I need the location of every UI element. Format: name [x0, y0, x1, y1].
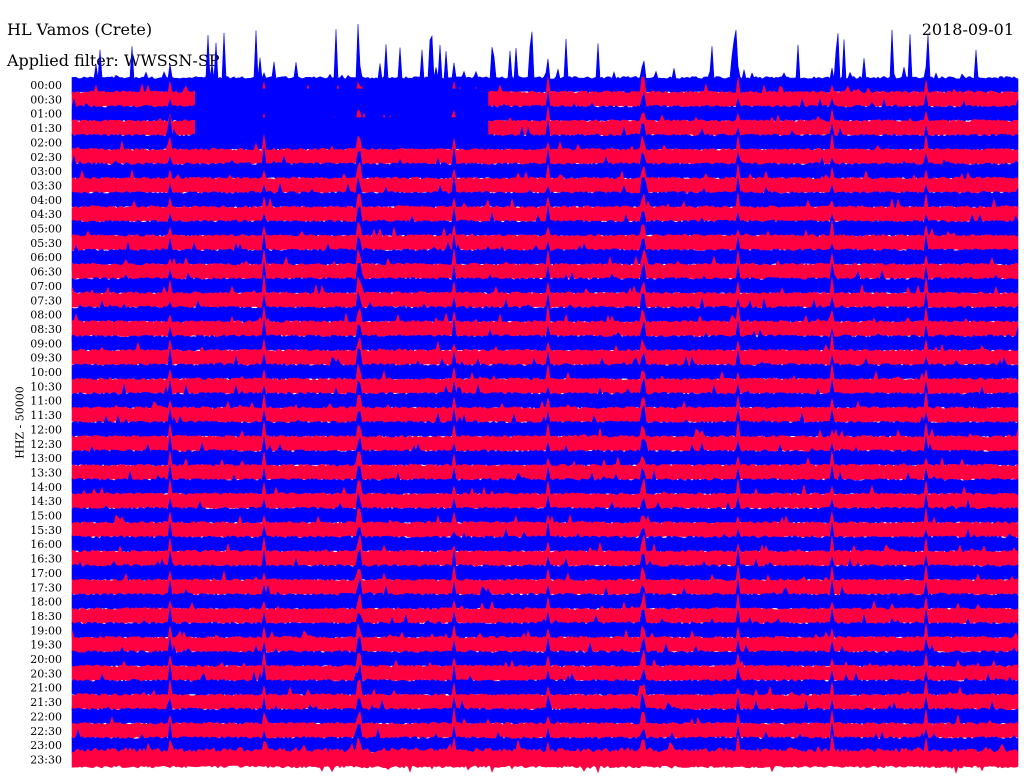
- row-time-label: 21:00: [30, 682, 62, 695]
- row-time-label: 10:30: [30, 380, 62, 393]
- row-time-label: 16:30: [30, 553, 62, 566]
- row-time-label: 17:30: [30, 581, 62, 594]
- row-time-label: 16:00: [30, 538, 62, 551]
- row-time-label: 11:00: [30, 395, 62, 408]
- row-time-label: 15:00: [30, 510, 62, 523]
- row-time-label: 06:30: [30, 266, 62, 279]
- row-time-label: 18:30: [30, 610, 62, 623]
- trace-row-0000: [71, 23, 1019, 101]
- row-time-label: 23:30: [30, 753, 62, 766]
- row-time-label: 18:00: [30, 596, 62, 609]
- row-time-label: 23:00: [30, 739, 62, 752]
- row-time-label: 17:00: [30, 567, 62, 580]
- row-time-label: 11:30: [30, 409, 62, 422]
- row-time-label: 22:00: [30, 710, 62, 723]
- row-time-label: 00:00: [30, 79, 62, 92]
- row-time-label: 12:30: [30, 438, 62, 451]
- row-time-label: 12:00: [30, 423, 62, 436]
- row-time-label: 04:30: [30, 208, 62, 221]
- row-time-label: 20:30: [30, 667, 62, 680]
- row-time-label: 03:00: [30, 165, 62, 178]
- row-time-label: 08:00: [30, 309, 62, 322]
- row-time-label: 00:30: [30, 93, 62, 106]
- row-time-label: 07:30: [30, 294, 62, 307]
- row-time-label: 05:30: [30, 237, 62, 250]
- row-time-label: 10:00: [30, 366, 62, 379]
- row-time-label: 01:00: [30, 108, 62, 121]
- row-time-label: 13:00: [30, 452, 62, 465]
- row-time-label: 21:30: [30, 696, 62, 709]
- row-time-label: 04:00: [30, 194, 62, 207]
- row-time-label: 03:30: [30, 179, 62, 192]
- row-time-label: 15:30: [30, 524, 62, 537]
- row-time-label: 08:30: [30, 323, 62, 336]
- row-time-label: 09:00: [30, 337, 62, 350]
- row-time-label: 14:30: [30, 495, 62, 508]
- row-time-label: 19:00: [30, 624, 62, 637]
- row-time-label: 20:00: [30, 653, 62, 666]
- row-time-label: 07:00: [30, 280, 62, 293]
- helicorder-plot: 00:0000:30 01:0001:3002:00 02:3003:0003:30…: [30, 23, 1019, 775]
- row-time-label: 19:30: [30, 639, 62, 652]
- row-time-label: 02:00: [30, 136, 62, 149]
- row-time-label: 01:30: [30, 122, 62, 135]
- row-time-label: 02:30: [30, 151, 62, 164]
- row-time-label: 13:30: [30, 466, 62, 479]
- row-time-label: 22:30: [30, 725, 62, 738]
- row-time-label: 05:00: [30, 223, 62, 236]
- row-time-label: 14:00: [30, 481, 62, 494]
- row-time-label: 09:30: [30, 352, 62, 365]
- row-time-label: 06:00: [30, 251, 62, 264]
